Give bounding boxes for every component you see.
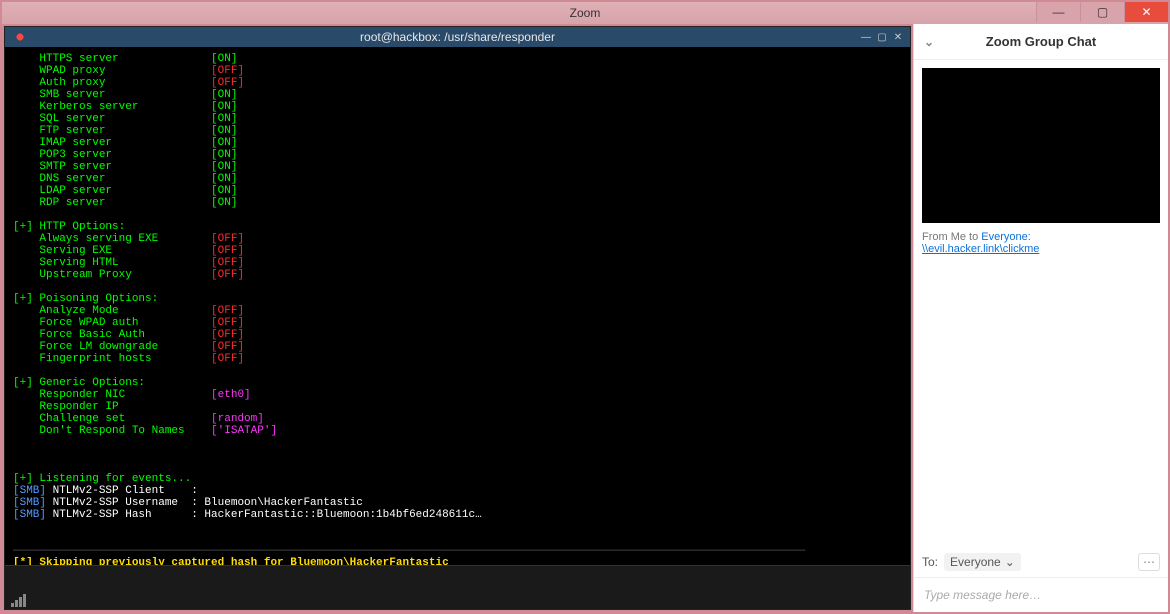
close-button[interactable]: ✕ [1124, 2, 1168, 22]
terminal-window: root@hackbox: /usr/share/responder — ▢ ✕… [4, 26, 911, 610]
chat-input[interactable] [914, 577, 1168, 612]
chat-title: Zoom Group Chat [986, 34, 1097, 49]
zoom-content: root@hackbox: /usr/share/responder — ▢ ✕… [2, 24, 1168, 612]
chevron-down-icon: ⌄ [1005, 555, 1015, 569]
chat-link[interactable]: \\evil.hacker.link\clickme [922, 243, 1039, 255]
zoom-title: Zoom [570, 6, 601, 20]
chat-preview-image [922, 68, 1160, 223]
zoom-window: Zoom — ▢ ✕ root@hackbox: /usr/share/resp… [0, 0, 1170, 614]
chat-message-meta: From Me to Everyone: [922, 231, 1160, 243]
terminal-maximize-button[interactable]: ▢ [876, 31, 888, 43]
terminal-titlebar[interactable]: root@hackbox: /usr/share/responder — ▢ ✕ [5, 27, 910, 47]
chat-header: ⌄ Zoom Group Chat [914, 24, 1168, 60]
chat-to-bar: To: Everyone ⌄ ⋯ [914, 547, 1168, 577]
chat-from-label: From Me to [922, 231, 981, 243]
terminal-close-button[interactable]: ✕ [892, 31, 904, 43]
to-dropdown[interactable]: Everyone ⌄ [944, 553, 1021, 571]
chat-to-label: Everyone: [981, 231, 1031, 243]
signal-icon [11, 593, 26, 607]
chat-more-button[interactable]: ⋯ [1138, 553, 1160, 571]
window-controls: — ▢ ✕ [1036, 2, 1168, 24]
terminal-body[interactable]: HTTPS server [ON] WPAD proxy [OFF] Auth … [5, 47, 910, 565]
terminal-footer [5, 565, 910, 609]
maximize-button[interactable]: ▢ [1080, 2, 1124, 22]
minimize-button[interactable]: — [1036, 2, 1080, 22]
chat-panel: ⌄ Zoom Group Chat From Me to Everyone: \… [913, 24, 1168, 612]
zoom-titlebar[interactable]: Zoom — ▢ ✕ [2, 2, 1168, 24]
to-value: Everyone [950, 555, 1001, 569]
terminal-minimize-button[interactable]: — [860, 31, 872, 43]
terminal-icon [11, 30, 29, 44]
chevron-down-icon[interactable]: ⌄ [924, 35, 934, 49]
terminal-window-controls: — ▢ ✕ [860, 31, 910, 43]
to-label: To: [922, 555, 938, 569]
chat-body: From Me to Everyone: \\evil.hacker.link\… [914, 60, 1168, 547]
terminal-title: root@hackbox: /usr/share/responder [360, 30, 555, 44]
